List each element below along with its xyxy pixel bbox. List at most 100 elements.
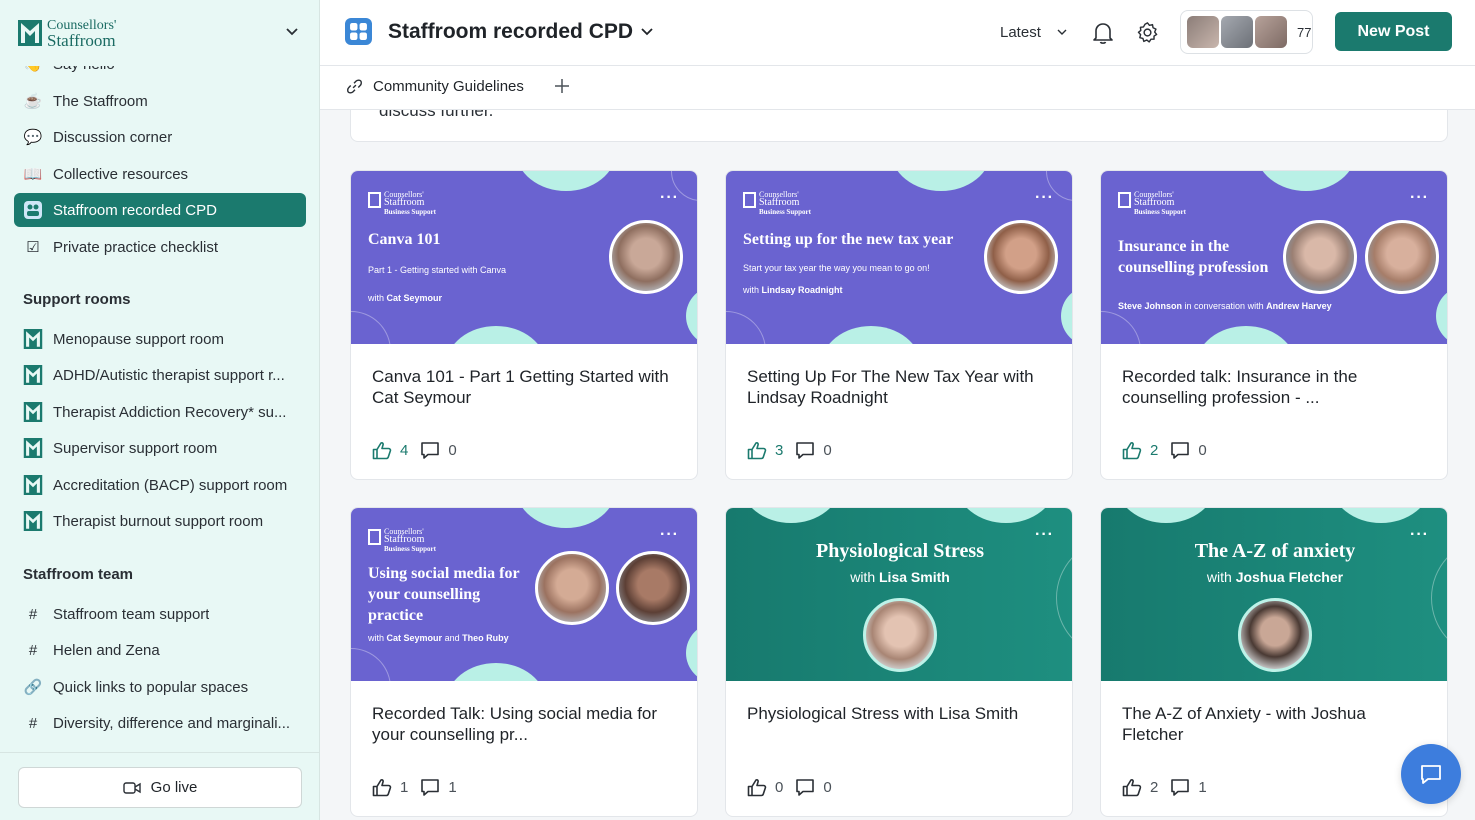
post-title[interactable]: Canva 101 - Part 1 Getting Started with … bbox=[372, 366, 677, 408]
sidebar-item-label: Staffroom team support bbox=[53, 605, 210, 623]
post-title[interactable]: Recorded talk: Insurance in the counsell… bbox=[1122, 366, 1427, 408]
gear-icon[interactable] bbox=[1136, 21, 1159, 44]
post-title[interactable]: The A-Z of Anxiety - with Joshua Fletche… bbox=[1122, 703, 1427, 745]
sidebar-item-burnout[interactable]: Therapist burnout support room bbox=[14, 504, 306, 538]
cover-with: with bbox=[1206, 569, 1232, 585]
cover-presenter: Steve Johnson in conversation with Andre… bbox=[1118, 301, 1332, 311]
cover-logo-text: Business Support bbox=[384, 208, 436, 216]
post-card[interactable]: ··· Physiological Stress with Lisa Smith… bbox=[725, 507, 1073, 817]
more-options-icon[interactable]: ··· bbox=[1035, 189, 1054, 207]
comment-count: 1 bbox=[448, 779, 457, 796]
post-title[interactable]: Setting Up For The New Tax Year with Lin… bbox=[747, 366, 1052, 408]
more-options-icon[interactable]: ··· bbox=[660, 189, 679, 207]
sidebar-item-label: Diversity, difference and marginali... bbox=[53, 714, 291, 732]
cover-heading-line: your counselling bbox=[368, 586, 481, 603]
go-live-button[interactable]: Go live bbox=[18, 767, 302, 808]
members-avatars[interactable]: 77 bbox=[1180, 10, 1313, 54]
sidebar-item-collective-resources[interactable]: 📖 Collective resources bbox=[14, 157, 306, 191]
comment-icon[interactable] bbox=[420, 778, 440, 797]
new-post-button[interactable]: New Post bbox=[1335, 12, 1452, 51]
cover-heading-line: counselling profession bbox=[1118, 259, 1269, 276]
like-icon[interactable] bbox=[372, 778, 392, 797]
comment-count: 0 bbox=[823, 442, 832, 459]
sidebar-item-helen-and-zena[interactable]: # Helen and Zena bbox=[14, 633, 306, 667]
plus-icon[interactable] bbox=[554, 78, 570, 94]
like-icon[interactable] bbox=[747, 778, 767, 797]
sidebar-item-label: Supervisor support room bbox=[53, 439, 218, 457]
comment-icon[interactable] bbox=[795, 441, 815, 460]
more-options-icon[interactable]: ··· bbox=[660, 526, 679, 544]
sidebar-item-addiction-recovery[interactable]: Therapist Addiction Recovery* su... bbox=[14, 395, 306, 429]
post-stats: 4 0 bbox=[372, 441, 469, 460]
chat-button[interactable] bbox=[1401, 744, 1461, 804]
sidebar-item-label: Staffroom recorded CPD bbox=[53, 201, 217, 219]
hash-icon: # bbox=[28, 641, 38, 659]
sidebar-item-the-staffroom[interactable]: ☕ The Staffroom bbox=[14, 84, 306, 118]
sidebar-item-label: Therapist Addiction Recovery* su... bbox=[53, 403, 287, 421]
post-stats: 2 1 bbox=[1122, 778, 1219, 797]
sidebar-item-label: Quick links to popular spaces bbox=[53, 678, 249, 696]
post-title[interactable]: Recorded Talk: Using social media for yo… bbox=[372, 703, 677, 745]
sidebar-footer: Go live bbox=[0, 752, 319, 820]
brand-logo-icon bbox=[23, 438, 43, 458]
main-content: Staffroom recorded CPD Latest 77 New Pos… bbox=[320, 0, 1475, 820]
coffee-icon: ☕ bbox=[23, 93, 43, 110]
sidebar-item-quick-links[interactable]: 🔗 Quick links to popular spaces bbox=[14, 670, 306, 704]
sort-dropdown[interactable]: Latest bbox=[1000, 24, 1041, 41]
sidebar-item-supervisor[interactable]: Supervisor support room bbox=[14, 431, 306, 465]
cover-presenter: with Cat Seymour bbox=[368, 293, 442, 303]
sidebar-item-menopause[interactable]: Menopause support room bbox=[14, 322, 306, 356]
cover-heading-line: practice bbox=[368, 607, 424, 624]
post-card[interactable]: Counsellors' Staffroom Business Support ··… bbox=[350, 507, 698, 817]
brand-logo-icon bbox=[23, 402, 43, 422]
post-title[interactable]: Physiological Stress with Lisa Smith bbox=[747, 703, 1052, 724]
comment-icon[interactable] bbox=[795, 778, 815, 797]
comment-icon[interactable] bbox=[1170, 441, 1190, 460]
presenter-photo bbox=[1365, 220, 1439, 294]
chevron-down-icon[interactable] bbox=[640, 26, 654, 38]
go-live-label: Go live bbox=[150, 779, 198, 796]
community-switcher[interactable]: Counsellors' Staffroom bbox=[0, 0, 319, 66]
book-icon: 📖 bbox=[23, 166, 43, 183]
cover-presenter-name: Lisa Smith bbox=[879, 569, 950, 585]
community-guidelines-link[interactable]: Community Guidelines bbox=[346, 78, 524, 95]
sidebar-item-team-support[interactable]: # Staffroom team support bbox=[14, 597, 306, 631]
sidebar-item-label: Collective resources bbox=[53, 165, 189, 183]
post-card[interactable]: Counsellors' Staffroom Business Support ··… bbox=[350, 170, 698, 480]
sidebar-item-accreditation[interactable]: Accreditation (BACP) support room bbox=[14, 468, 306, 502]
like-count: 4 bbox=[400, 442, 409, 459]
more-options-icon[interactable]: ··· bbox=[1410, 189, 1429, 207]
bell-icon[interactable] bbox=[1092, 21, 1114, 45]
comment-icon[interactable] bbox=[1170, 778, 1190, 797]
brand-logo-icon bbox=[23, 365, 43, 385]
sidebar-item-adhd-autistic[interactable]: ADHD/Autistic therapist support r... bbox=[14, 358, 306, 392]
like-count: 2 bbox=[1150, 779, 1159, 796]
like-icon[interactable] bbox=[1122, 441, 1142, 460]
sidebar-item-discussion-corner[interactable]: 💬 Discussion corner bbox=[14, 120, 306, 154]
sidebar-item-label: The Staffroom bbox=[53, 92, 148, 110]
post-cover: ··· The A-Z of anxiety with Joshua Fletc… bbox=[1101, 508, 1447, 681]
comment-icon[interactable] bbox=[420, 441, 440, 460]
like-icon[interactable] bbox=[747, 441, 767, 460]
post-card[interactable]: Counsellors' Staffroom Business Support ··… bbox=[725, 170, 1073, 480]
brand-line-2: Staffroom bbox=[47, 31, 116, 50]
cover-with: in conversation with bbox=[1184, 301, 1264, 311]
chevron-down-icon[interactable] bbox=[1057, 28, 1067, 36]
page-title[interactable]: Staffroom recorded CPD bbox=[388, 20, 633, 44]
presenter-photo bbox=[535, 551, 609, 625]
sidebar-item-private-practice-checklist[interactable]: ☑ Private practice checklist bbox=[14, 230, 306, 264]
like-icon[interactable] bbox=[372, 441, 392, 460]
post-card[interactable]: ··· The A-Z of anxiety with Joshua Fletc… bbox=[1100, 507, 1448, 817]
post-card[interactable]: Counsellors' Staffroom Business Support ··… bbox=[1100, 170, 1448, 480]
cover-heading: The A-Z of anxiety bbox=[1194, 540, 1356, 562]
like-icon[interactable] bbox=[1122, 778, 1142, 797]
presenter-photo bbox=[609, 220, 683, 294]
cover-heading: Canva 101 bbox=[368, 231, 441, 248]
cover-heading: Setting up for the new tax year bbox=[743, 231, 954, 248]
sidebar-item-staffroom-recorded-cpd[interactable]: Staffroom recorded CPD bbox=[14, 193, 306, 227]
section-title-support-rooms: Support rooms bbox=[23, 291, 131, 308]
cover-logo-text: Staffroom bbox=[1134, 197, 1175, 208]
chevron-down-icon[interactable] bbox=[285, 24, 299, 38]
sidebar-item-diversity[interactable]: # Diversity, difference and marginali... bbox=[14, 706, 306, 740]
post-cover: Counsellors' Staffroom Business Support ··… bbox=[1101, 171, 1447, 344]
